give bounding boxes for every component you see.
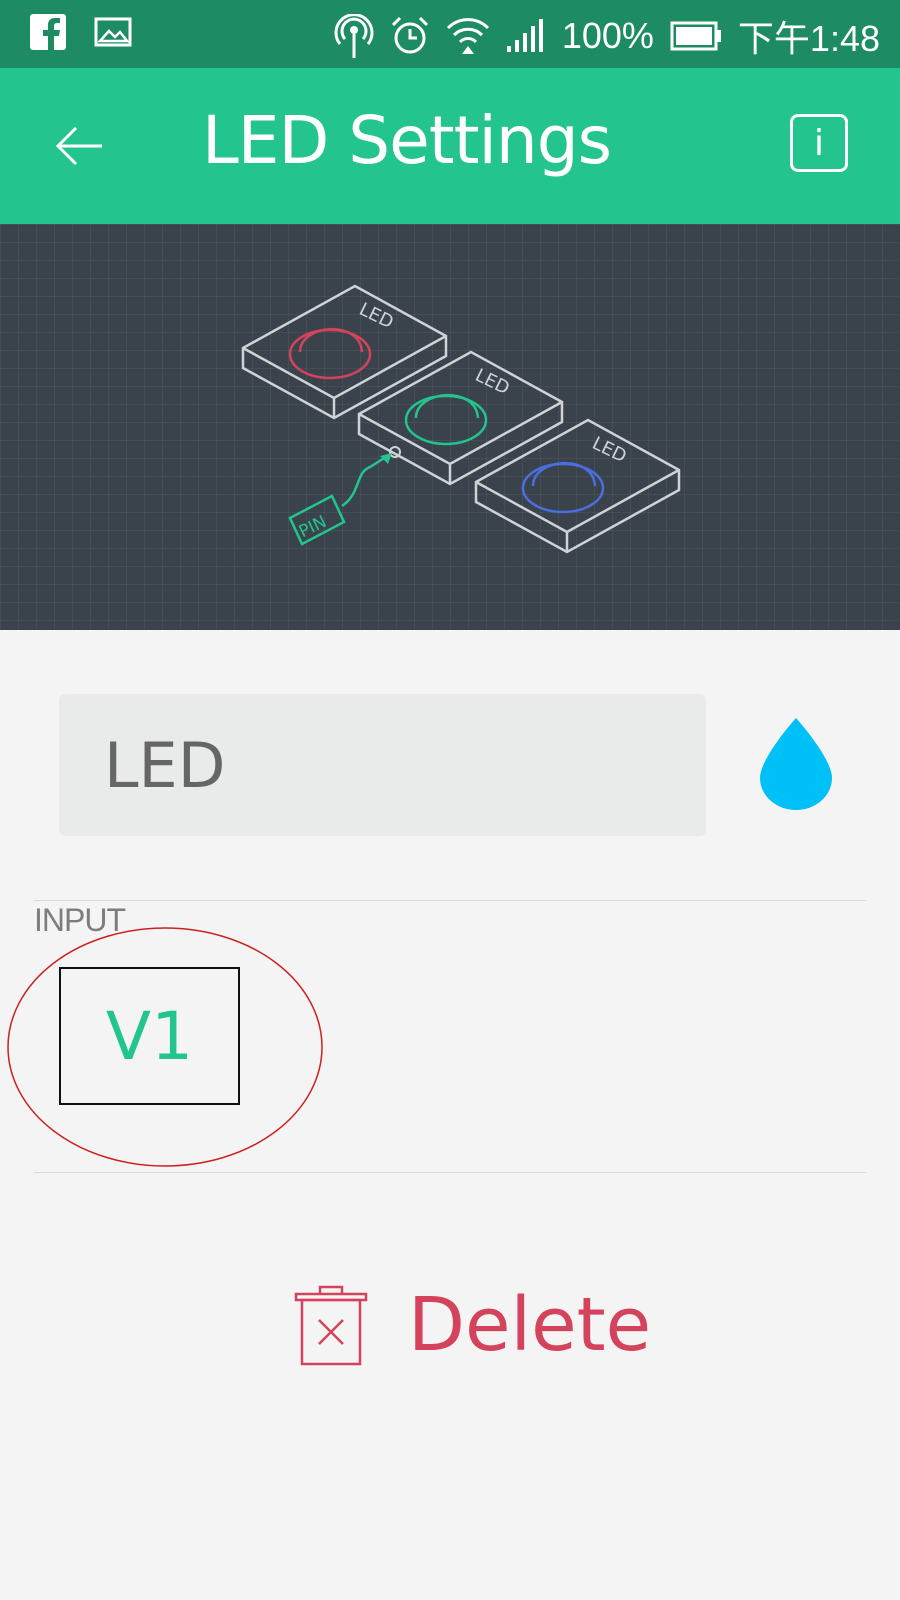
led-label-2: LED [472,365,513,399]
trash-icon [294,1285,368,1366]
divider-top [34,900,866,901]
app-bar: LED Settings i [0,68,900,224]
info-button[interactable]: i [790,114,848,172]
battery-percent: 100% [561,15,654,56]
annotation-ellipse [7,927,323,1167]
widget-name-value: LED [104,728,226,802]
signal-icon [506,19,543,52]
hotspot-icon [334,14,374,58]
back-button[interactable] [52,118,108,174]
facebook-icon [30,14,66,50]
led-module-blue: LED [474,418,681,554]
delete-label: Delete [408,1282,652,1368]
led-module-red: LED [241,284,448,420]
pin-tag: PIN [288,453,392,546]
divider-bottom [34,1172,866,1173]
color-picker-drop-icon[interactable] [756,716,836,812]
led-label-1: LED [356,299,397,333]
status-bar: 100% 下午1:48 [0,0,900,68]
alarm-icon [391,16,428,54]
delete-button[interactable]: Delete [294,1270,651,1380]
image-icon [94,17,132,47]
widget-illustration: LED LED LED PIN [0,224,900,630]
wifi-icon [446,18,489,54]
clock: 下午1:48 [737,18,880,59]
led-module-green: LED [357,350,564,486]
widget-name-input[interactable]: LED [59,694,706,836]
arrow-left-icon [55,126,102,166]
led-label-3: LED [589,433,630,467]
battery-icon [670,21,721,51]
led-illustration: LED LED LED PIN [241,284,681,554]
info-icon: i [813,122,824,164]
pin-label: PIN [296,512,330,542]
page-title: LED Settings [202,102,612,179]
